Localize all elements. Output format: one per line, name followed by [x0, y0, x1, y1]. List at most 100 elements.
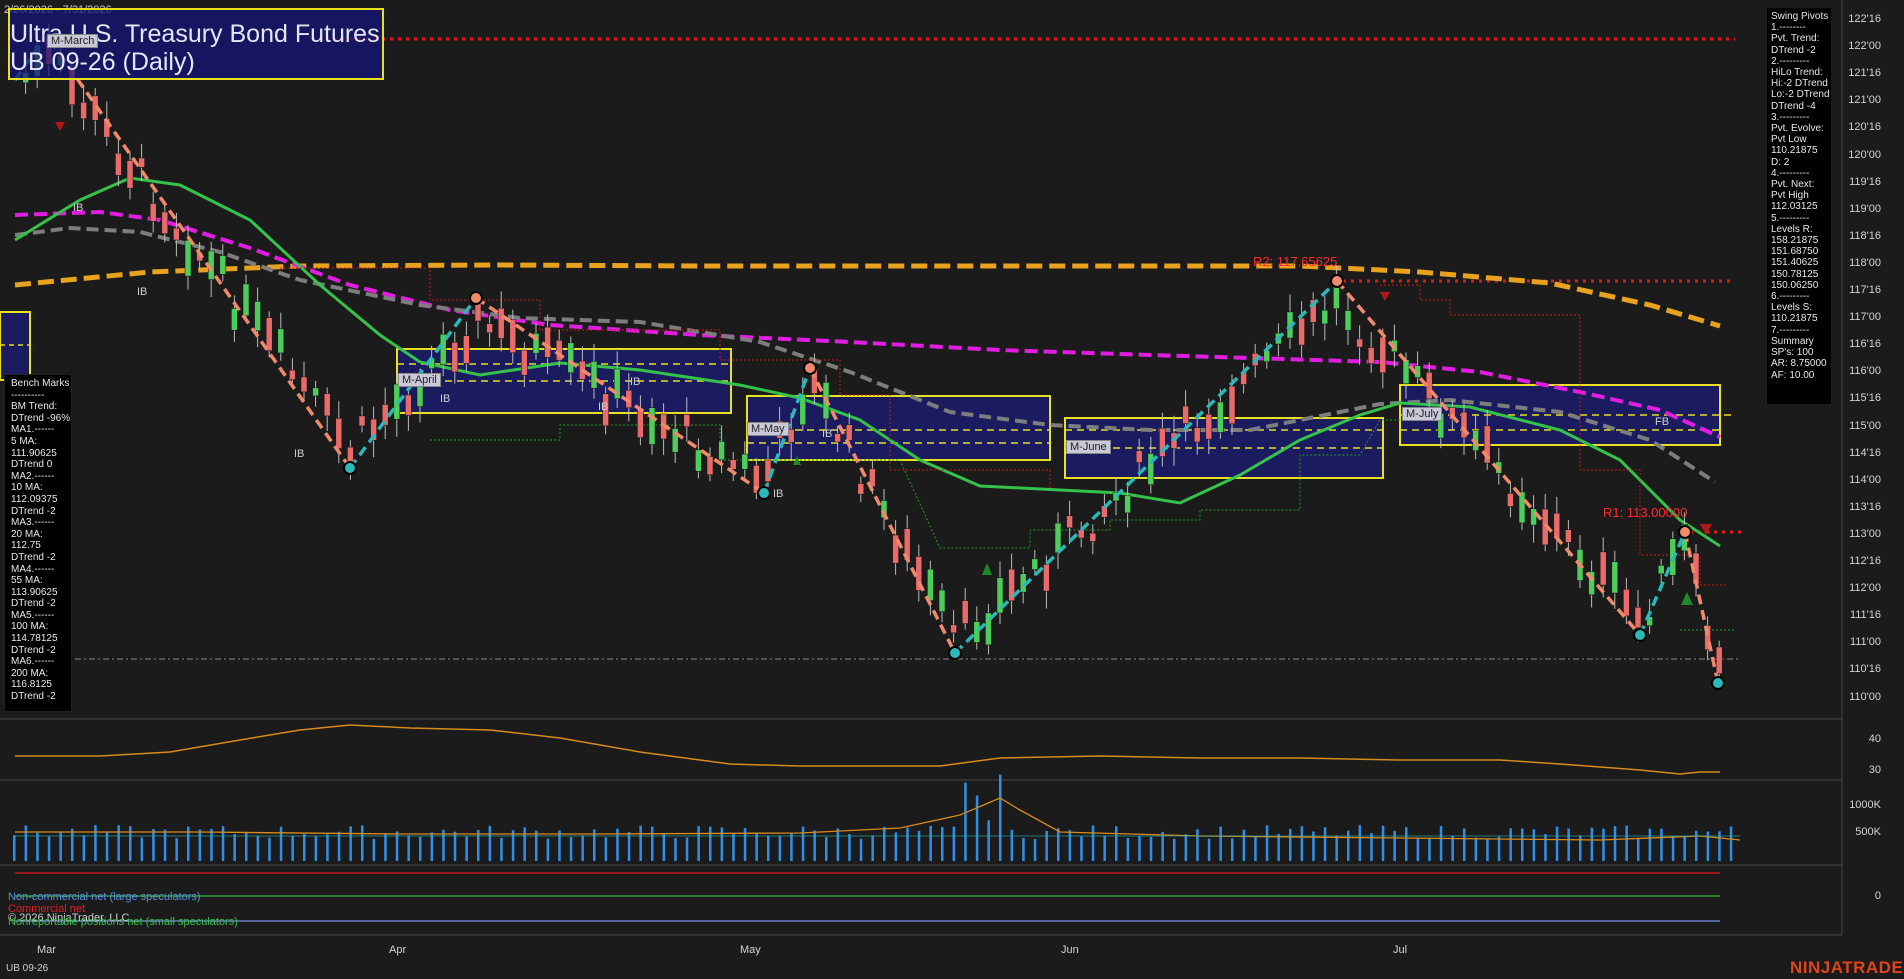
candle-body: [1321, 309, 1329, 325]
candle-body: [184, 239, 192, 277]
swing-pivots-line: 4.---------: [1771, 167, 1810, 179]
candle-body: [1089, 532, 1097, 542]
volume-bar: [198, 829, 202, 861]
volume-bar: [1637, 837, 1640, 861]
price-axis-tick: 116'00: [1849, 365, 1881, 378]
candle-body: [1182, 405, 1189, 424]
volume-bar: [279, 826, 283, 861]
ib-mark: IB: [822, 428, 833, 440]
ma-orange-200: [14, 262, 1721, 329]
bench-marks-line: DTrend -2: [11, 551, 56, 563]
bench-marks-line: MA6.------: [11, 656, 55, 668]
swing-pivots-line: Lo:-2 DTrend: [1771, 89, 1830, 101]
swing-pivots-line: Pvt. Trend:: [1771, 33, 1820, 45]
candle-body: [787, 429, 795, 443]
price-chart-canvas[interactable]: [0, 0, 1904, 979]
candle-body: [637, 408, 644, 438]
volume-bar: [1532, 829, 1536, 861]
candle-body: [300, 376, 308, 393]
swing-pivots-line: 110.21875: [1771, 145, 1818, 157]
candle-body: [1623, 588, 1630, 617]
volume-bar: [685, 837, 689, 861]
candle-body: [277, 328, 285, 354]
volume-bar: [361, 825, 364, 861]
swing-pivots-line: 150.78125: [1771, 268, 1819, 280]
volume-bar: [1207, 838, 1211, 861]
volume-bar: [163, 829, 167, 861]
candle-body: [1634, 607, 1642, 628]
volume-bar: [1196, 829, 1199, 861]
price-axis-tick: 110'16: [1849, 663, 1881, 676]
volume-bar: [1590, 827, 1594, 861]
volume-bar: [1463, 828, 1466, 861]
bench-marks-line: DTrend -96%: [11, 412, 71, 424]
candle-body: [567, 342, 575, 373]
candle-body: [1367, 347, 1375, 364]
candle-body: [1263, 350, 1271, 362]
candle-body: [138, 157, 145, 168]
volume-bar: [1335, 835, 1338, 861]
volume-bar: [929, 825, 932, 861]
candle-body: [1356, 338, 1363, 348]
swing-pivots-line: Pvt. Next:: [1771, 179, 1815, 191]
volume-bar: [836, 828, 840, 861]
cot-axis-0: 0: [1874, 890, 1881, 902]
candle-body: [1135, 450, 1143, 463]
candle-body: [1217, 401, 1224, 433]
bench-marks-panel: Bench Marks ---------- BM Trend: DTrend -96…: [4, 374, 72, 712]
candle-body: [312, 387, 319, 397]
bench-marks-line: MA4.------: [11, 563, 55, 575]
candle-body: [358, 415, 366, 427]
volume-bar: [430, 832, 434, 861]
candle-body: [961, 600, 969, 624]
candle-body: [242, 283, 250, 316]
candle-body: [683, 414, 691, 427]
ib-mark: IB: [773, 488, 784, 500]
volume-bar: [1254, 836, 1257, 861]
candle-body: [1565, 529, 1572, 543]
volume-bar: [871, 835, 874, 861]
candle-body: [938, 589, 946, 612]
volume-bar: [952, 826, 956, 861]
candle-body: [1518, 491, 1526, 524]
candle-body: [463, 335, 470, 364]
volume-bar: [1080, 836, 1083, 861]
volume-bar: [639, 825, 642, 861]
candle-body: [927, 568, 934, 601]
candle-body: [764, 459, 772, 482]
candle-body: [265, 317, 273, 351]
candle-body: [718, 441, 725, 460]
volume-axis-1000k: 1000K: [1849, 799, 1881, 811]
volume-bar: [1451, 835, 1454, 861]
price-axis-tick: 116'16: [1849, 338, 1881, 351]
volume-bar: [558, 830, 561, 861]
swing-pivots-line: 151.68750: [1771, 246, 1819, 258]
candle-body: [115, 152, 122, 176]
volume-bar: [47, 836, 51, 861]
bench-marks-line: 112.75: [11, 540, 41, 552]
bench-marks-line: DTrend -2: [11, 644, 56, 656]
volume-bar: [59, 832, 62, 861]
price-axis-tick: 117'00: [1849, 311, 1881, 324]
volume-bar: [1683, 836, 1686, 861]
volume-bar: [1648, 828, 1652, 861]
volume-bars: [13, 774, 1733, 861]
volume-bar: [1625, 825, 1628, 861]
price-axis-tick: 112'00: [1849, 582, 1881, 595]
price-axis-tick: 110'00: [1849, 690, 1881, 703]
volume-bar: [1045, 830, 1048, 861]
bench-marks-line: DTrend -2: [11, 598, 56, 610]
volume-bar: [117, 825, 120, 861]
volume-bar: [221, 826, 225, 861]
price-axis-tick: 119'16: [1849, 175, 1881, 188]
bench-marks-line: DTrend 0: [11, 459, 53, 471]
volume-bar: [1022, 837, 1025, 861]
volume-bar: [1231, 838, 1234, 861]
candle-body: [335, 418, 343, 449]
ib-mark: IB: [137, 286, 148, 298]
bench-marks-line: MA3.------: [11, 517, 55, 529]
volume-bar: [697, 826, 700, 861]
volume-bar: [419, 836, 422, 861]
legend-noncommercial: Non-commercial net (large speculators): [8, 891, 201, 903]
price-axis-tick: 122'16: [1848, 13, 1881, 25]
